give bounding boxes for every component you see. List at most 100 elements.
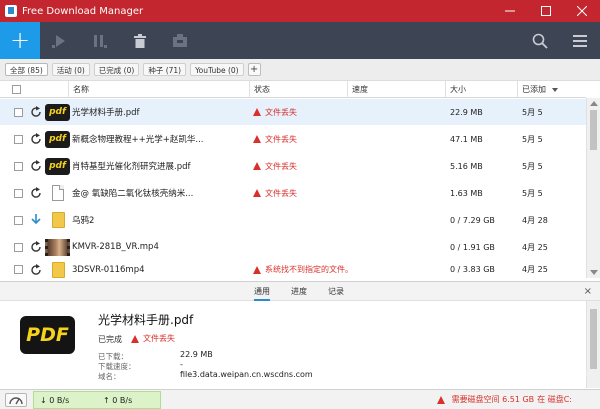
menu-button[interactable] xyxy=(560,22,600,59)
column-header-speed[interactable]: 速度 xyxy=(347,81,445,98)
row-status: 文件丢失 xyxy=(265,107,297,117)
row-name: 肖特基型光催化剂研究进展.pdf xyxy=(72,162,191,172)
close-icon xyxy=(577,6,587,16)
table-row[interactable]: KMVR-281B_VR.mp4 0 / 1.91 GB 4月 25 xyxy=(0,234,586,260)
search-button[interactable] xyxy=(520,22,560,59)
row-checkbox[interactable] xyxy=(14,161,23,171)
row-added: 5月 5 xyxy=(522,134,543,144)
move-button[interactable] xyxy=(160,22,200,59)
row-name: 3DSVR-0116mp4 xyxy=(72,264,145,275)
scroll-down-icon[interactable] xyxy=(590,270,598,275)
tab-log[interactable]: 记录 xyxy=(328,282,344,301)
select-all-checkbox[interactable] xyxy=(12,85,21,94)
download-list: 名称 状态 速度 大小 已添加 pdf 光学材料手册.pdf 文件丢失 22.9… xyxy=(0,81,600,278)
table-row[interactable]: pdf 新概念物理教程++光学+赵凯华... 文件丢失 47.1 MB 5月 5 xyxy=(0,126,586,152)
table-row[interactable]: 乌鸦2 0 / 7.29 GB 4月 28 xyxy=(0,207,586,233)
restart-icon xyxy=(31,106,41,117)
sort-desc-icon xyxy=(551,88,558,92)
menu-icon xyxy=(573,34,587,47)
column-header-name[interactable]: 名称 xyxy=(68,81,249,98)
details-scrollbar[interactable] xyxy=(586,301,600,388)
details-pane: 通用 进度 记录 × PDF 光学材料手册.pdf 已完成 文件丢失 已下载： … xyxy=(0,281,600,388)
add-filter-button[interactable]: + xyxy=(247,63,261,76)
header-select-all[interactable] xyxy=(8,81,68,98)
row-added: 5月 5 xyxy=(522,188,543,198)
tab-general[interactable]: 通用 xyxy=(254,282,270,301)
restart-icon xyxy=(31,187,41,198)
row-status: 文件丢失 xyxy=(265,188,297,198)
row-checkbox[interactable] xyxy=(14,265,23,274)
column-header-size[interactable]: 大小 xyxy=(445,81,517,98)
speedometer-icon xyxy=(9,397,23,405)
table-row[interactable]: pdf 肖特基型光催化剂研究进展.pdf 文件丢失 5.16 MB 5月 5 xyxy=(0,153,586,179)
row-checkbox[interactable] xyxy=(14,107,23,117)
restart-icon xyxy=(31,133,41,144)
restart-icon xyxy=(31,160,41,171)
delete-button[interactable] xyxy=(120,22,160,59)
play-icon xyxy=(52,34,65,48)
close-details-icon[interactable]: × xyxy=(584,286,592,297)
download-arrow-icon xyxy=(31,214,41,225)
download-speed: ↓ 0 B/s xyxy=(40,395,70,405)
pdf-file-icon: pdf xyxy=(45,157,70,175)
minimize-icon xyxy=(505,10,515,12)
list-scrollbar[interactable] xyxy=(586,98,600,278)
details-file-name: 光学材料手册.pdf xyxy=(98,313,194,327)
add-download-button[interactable]: + xyxy=(0,22,40,59)
row-status: 文件丢失 xyxy=(265,134,297,144)
minimize-button[interactable] xyxy=(492,0,528,22)
speed-mode-button[interactable] xyxy=(5,393,27,407)
filter-tab-all[interactable]: 全部 (85) xyxy=(5,63,48,76)
trash-icon xyxy=(134,33,146,48)
row-status: 文件丢失 xyxy=(265,161,297,171)
tab-progress[interactable]: 进度 xyxy=(291,282,307,301)
row-name: KMVR-281B_VR.mp4 xyxy=(72,242,159,252)
pdf-file-icon: pdf xyxy=(45,130,70,148)
pause-button[interactable] xyxy=(80,22,120,59)
row-name: 新概念物理教程++光学+赵凯华... xyxy=(72,135,204,145)
document-file-icon xyxy=(52,185,64,201)
large-pdf-icon: PDF xyxy=(20,316,75,354)
filter-tab-youtube[interactable]: YouTube (0) xyxy=(190,63,244,76)
column-header-added-label: 已添加 xyxy=(522,85,546,94)
title-bar: Free Download Manager xyxy=(0,0,600,22)
column-header-added[interactable]: 已添加 xyxy=(517,81,586,98)
row-checkbox[interactable] xyxy=(14,134,23,144)
pdf-file-icon: pdf xyxy=(45,103,70,121)
restart-icon xyxy=(31,241,41,252)
maximize-button[interactable] xyxy=(528,0,564,22)
table-row[interactable]: pdf 光学材料手册.pdf 文件丢失 22.9 MB 5月 5 xyxy=(0,99,586,125)
row-size: 5.16 MB xyxy=(450,161,483,171)
details-status-label: 已完成 xyxy=(98,335,122,344)
scroll-thumb[interactable] xyxy=(590,110,597,150)
filter-tab-active[interactable]: 活动 (0) xyxy=(51,63,90,76)
disk-warning-text: 需要磁盘空间 6.51 GB xyxy=(451,395,535,404)
close-button[interactable] xyxy=(564,0,600,22)
row-checkbox[interactable] xyxy=(14,215,23,225)
table-row[interactable]: 金@ 氧缺陷二氧化钛核壳纳米... 文件丢失 1.63 MB 5月 5 xyxy=(0,180,586,206)
row-added: 5月 5 xyxy=(522,161,543,171)
folder-icon xyxy=(52,212,65,228)
column-header-status[interactable]: 状态 xyxy=(249,81,347,98)
row-checkbox[interactable] xyxy=(14,242,23,252)
speed-indicator[interactable]: ↓ 0 B/s ↑ 0 B/s xyxy=(33,391,161,409)
warning-icon xyxy=(253,135,261,143)
scroll-up-icon[interactable] xyxy=(590,101,598,106)
row-size: 1.63 MB xyxy=(450,188,483,198)
filter-tab-completed[interactable]: 已完成 (0) xyxy=(93,63,140,76)
status-bar: ↓ 0 B/s ↑ 0 B/s 需要磁盘空间 6.51 GB 在 磁盘C: xyxy=(0,389,600,409)
filter-tab-torrents[interactable]: 种子 (71) xyxy=(143,63,187,76)
domain-value[interactable]: file3.data.weipan.cn.wscdns.com xyxy=(180,370,313,379)
domain-label: 域名： xyxy=(98,372,121,381)
details-status-text: 文件丢失 xyxy=(143,334,175,343)
row-checkbox[interactable] xyxy=(14,188,23,198)
table-row[interactable]: 3DSVR-0116mp4 系统找不到指定的文件。 0 / 3.83 GB 4月… xyxy=(0,261,586,278)
speed-value: - xyxy=(180,360,183,369)
resume-button[interactable] xyxy=(40,22,80,59)
row-name: 乌鸦2 xyxy=(72,216,95,226)
row-size: 22.9 MB xyxy=(450,107,483,117)
details-scroll-thumb[interactable] xyxy=(590,309,597,369)
warning-icon xyxy=(253,189,261,197)
downloaded-value: 22.9 MB xyxy=(180,350,213,359)
video-thumbnail-icon xyxy=(45,238,70,256)
